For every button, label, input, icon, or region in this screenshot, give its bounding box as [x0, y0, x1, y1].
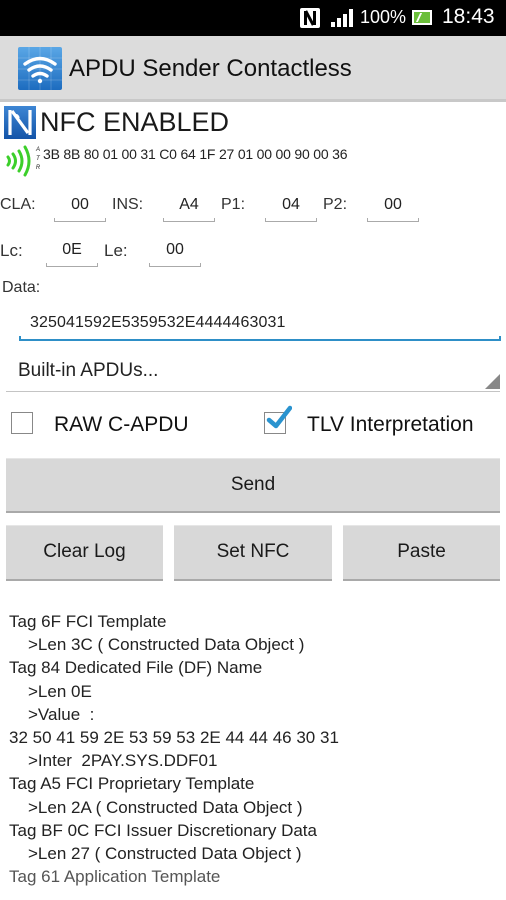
lc-label: Lc: [0, 241, 23, 260]
cla-field[interactable] [54, 192, 106, 222]
log-line: Tag 6F FCI Template [9, 612, 167, 631]
ins-field[interactable] [163, 192, 215, 222]
raw-capdu-checkbox[interactable] [11, 412, 33, 434]
atr-label: A T R [35, 147, 41, 171]
le-input[interactable] [149, 237, 201, 263]
nfc-n-icon [4, 106, 36, 139]
nfc-enabled-title: NFC ENABLED [40, 107, 230, 137]
data-input[interactable] [19, 308, 501, 338]
log-line: >Inter 2PAY.SYS.DDF01 [28, 751, 218, 771]
log-line: >Value : [28, 704, 95, 724]
ins-input[interactable] [163, 192, 215, 218]
cla-input[interactable] [54, 192, 106, 218]
battery-percent: 100% [360, 7, 407, 27]
data-label: Data: [2, 279, 41, 296]
log-line: Tag 61 Application Template [9, 867, 221, 887]
contactless-waves-icon [4, 144, 34, 178]
log-line: Tag A5 FCI Proprietary Template [9, 774, 255, 794]
lc-input[interactable] [46, 237, 98, 263]
app-title: APDU Sender Contactless [69, 55, 352, 82]
signal-icon [331, 9, 353, 27]
checkmark-icon [266, 405, 292, 429]
p2-label: P2: [323, 196, 348, 213]
paste-button[interactable]: Paste [343, 525, 500, 581]
log-line: >Len 27 ( Constructed Data Object ) [28, 844, 302, 864]
dropdown-arrow-icon [485, 374, 500, 389]
atr-value: 3B 8B 80 01 00 31 C0 64 1F 27 01 00 00 9… [43, 146, 348, 162]
response-log[interactable]: Tag 6F FCI Template >Len 3C ( Constructed… [9, 610, 499, 900]
p1-input[interactable] [265, 192, 317, 218]
raw-capdu-label[interactable]: RAW C-APDU [54, 413, 189, 437]
p2-field[interactable] [367, 192, 419, 222]
send-button[interactable]: Send [6, 458, 500, 513]
le-field[interactable] [149, 237, 201, 267]
log-line: 32 50 41 59 2E 53 59 53 2E 44 44 46 30 3… [9, 728, 339, 748]
nfc-status-icon [300, 8, 320, 28]
log-line: Tag BF 0C FCI Issuer Discretionary Data [9, 820, 317, 840]
log-line: >Len 3C ( Constructed Data Object ) [28, 635, 305, 655]
tlv-interpretation-checkbox[interactable] [264, 405, 292, 434]
le-label: Le: [104, 241, 128, 260]
built-in-apdus-spinner[interactable]: Built-in APDUs... [6, 355, 500, 392]
data-field[interactable] [19, 308, 501, 342]
action-bar: APDU Sender Contactless [0, 36, 506, 102]
clock: 18:43 [442, 5, 495, 28]
log-line: Tag 84 Dedicated File (DF) Name [9, 658, 263, 678]
status-bar: 100% 18:43 [0, 0, 506, 36]
p1-field[interactable] [265, 192, 317, 222]
log-line: >Len 0E [28, 681, 92, 701]
spinner-selected-value: Built-in APDUs... [18, 360, 159, 381]
p2-input[interactable] [367, 192, 419, 218]
lc-field[interactable] [46, 237, 98, 267]
cla-label: CLA: [0, 196, 36, 213]
battery-charging-icon [412, 10, 432, 25]
log-line: >Len 2A ( Constructed Data Object ) [28, 797, 303, 817]
ins-label: INS: [112, 196, 144, 213]
wifi-contactless-icon[interactable] [18, 47, 62, 90]
set-nfc-button[interactable]: Set NFC [174, 525, 332, 581]
p1-label: P1: [221, 196, 246, 213]
clear-log-button[interactable]: Clear Log [6, 525, 163, 581]
tlv-interpretation-label[interactable]: TLV Interpretation [307, 413, 474, 437]
